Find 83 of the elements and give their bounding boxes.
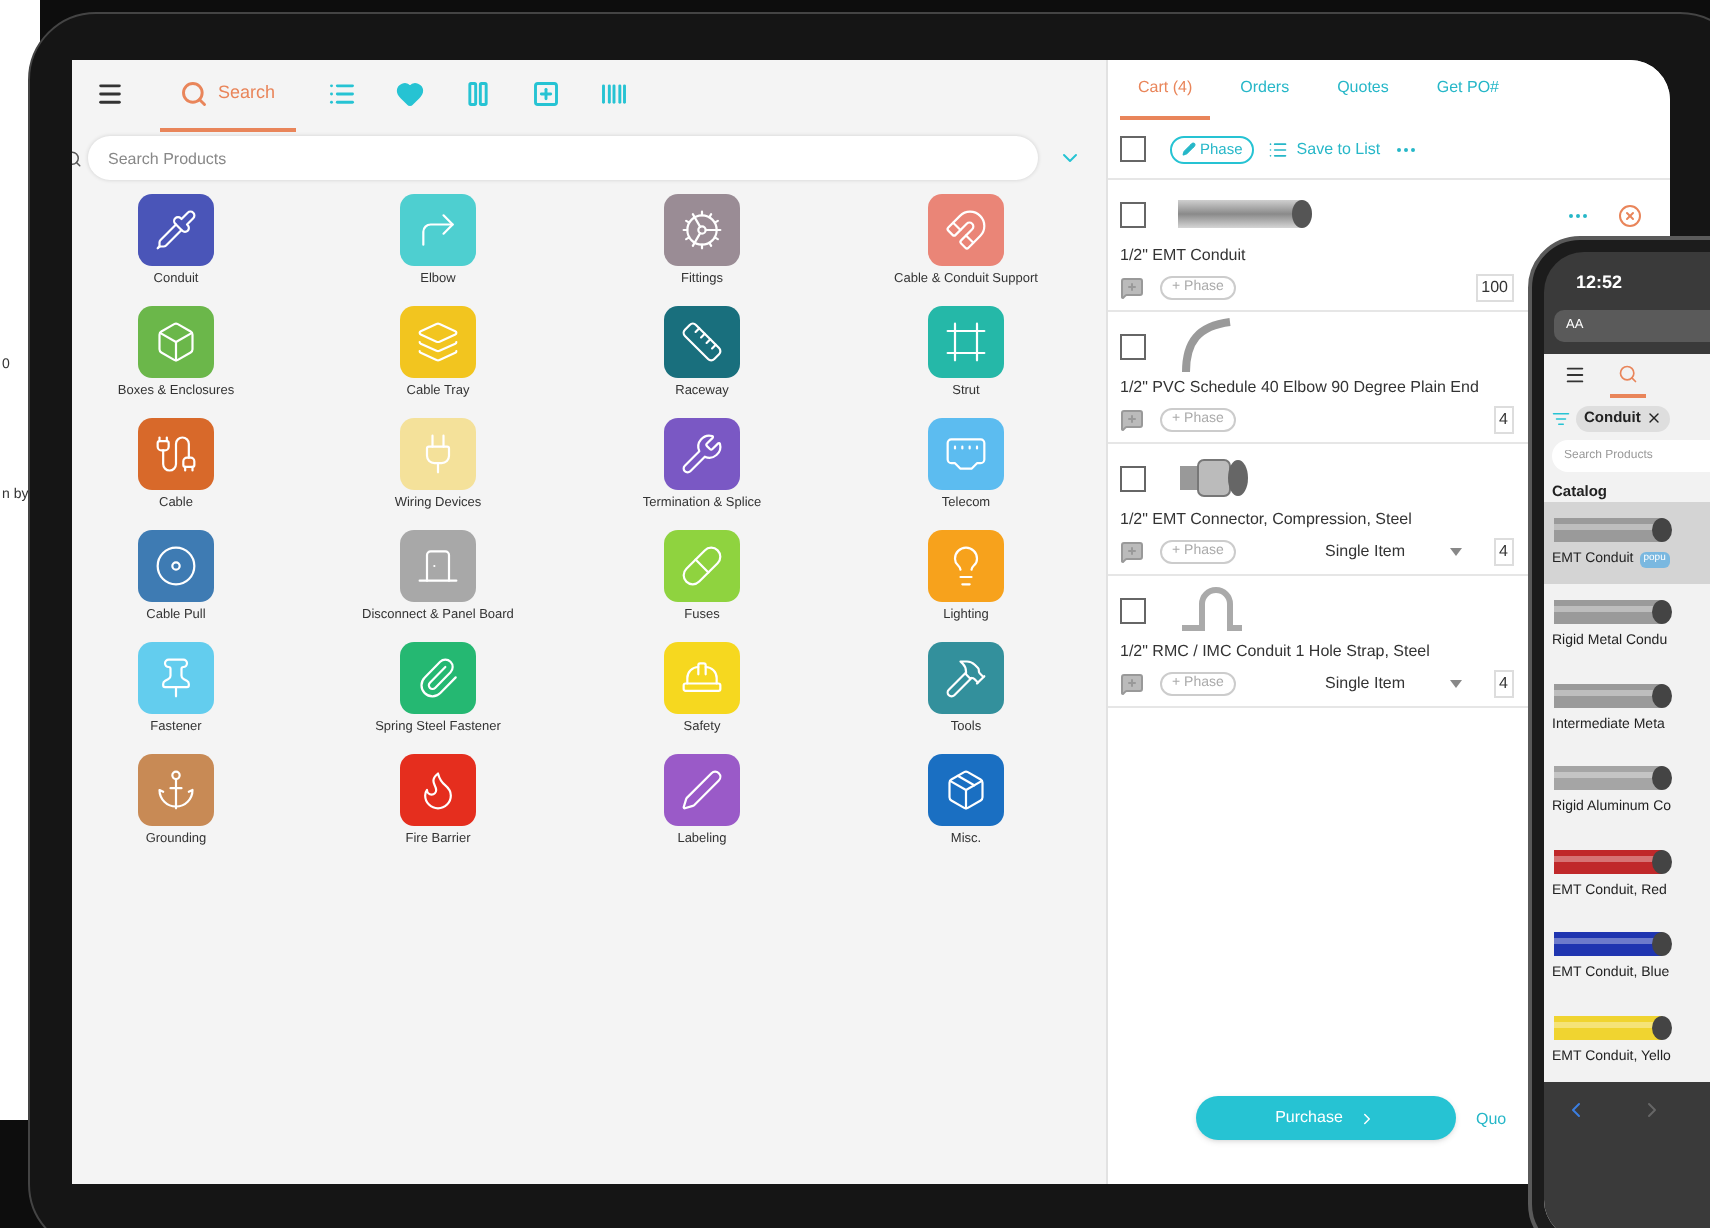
barcode-icon: [599, 80, 628, 108]
hammer-icon: [944, 656, 988, 700]
disc-icon: [154, 544, 198, 588]
ethernet-port-icon: [944, 432, 988, 476]
category-tile[interactable]: [400, 642, 476, 714]
category-tile[interactable]: [138, 530, 214, 602]
cog-icon: [680, 208, 724, 252]
pen-icon: [680, 768, 724, 812]
pipe-drawing: [1178, 198, 1314, 230]
category-tile[interactable]: [400, 418, 476, 490]
columns-icon: [463, 80, 492, 108]
category-tile[interactable]: [928, 194, 1004, 266]
category-tile[interactable]: [138, 642, 214, 714]
checkbox[interactable]: [1120, 333, 1146, 359]
box-icon: [154, 320, 198, 364]
quantity-field[interactable]: 4: [1493, 670, 1514, 698]
cable-icon: [154, 432, 198, 476]
quantity-field[interactable]: 4: [1493, 538, 1514, 566]
category-tile[interactable]: [664, 194, 740, 266]
category-tile[interactable]: [664, 754, 740, 826]
category-tile[interactable]: [928, 306, 1004, 378]
dropdown-caret-icon: [1449, 548, 1462, 556]
list-icon: [327, 80, 356, 108]
door-icon: [416, 544, 460, 588]
layers-icon: [416, 320, 460, 364]
product-name: 1/2" PVC Schedule 40 Elbow 90 Degree Plain End: [1120, 376, 1481, 400]
ruler-icon: [680, 320, 724, 364]
category-tile[interactable]: [928, 642, 1004, 714]
menu-icon[interactable]: [1564, 364, 1586, 386]
category-tile[interactable]: [400, 306, 476, 378]
unit-dropdown[interactable]: Single Item: [1325, 672, 1462, 696]
category-tile[interactable]: [400, 194, 476, 266]
connector-drawing: [1178, 456, 1250, 500]
magnet-icon: [944, 208, 988, 252]
heart-icon: [395, 80, 424, 108]
category-tile[interactable]: [138, 306, 214, 378]
comment-plus-icon[interactable]: [1120, 540, 1144, 564]
category-tile[interactable]: [400, 530, 476, 602]
pill-icon: [680, 544, 724, 588]
category-tile[interactable]: [928, 754, 1004, 826]
comment-plus-icon[interactable]: [1120, 276, 1144, 300]
strap-drawing: [1178, 584, 1246, 636]
category-tile[interactable]: [928, 418, 1004, 490]
package-icon: [944, 768, 988, 812]
list-icon: [1268, 139, 1289, 159]
category-tile[interactable]: [138, 754, 214, 826]
category-tile[interactable]: [138, 418, 214, 490]
pencil-icon: [1182, 142, 1196, 156]
close-icon: [1646, 410, 1663, 426]
category-tile[interactable]: [664, 306, 740, 378]
category-tile[interactable]: [400, 754, 476, 826]
menu-icon: [96, 80, 124, 108]
remove-icon[interactable]: [1618, 204, 1642, 228]
elbow-drawing: [1178, 318, 1234, 374]
checkbox[interactable]: [1120, 465, 1146, 491]
unit-dropdown[interactable]: Single Item: [1325, 540, 1462, 564]
status-time: 12:52: [1576, 270, 1625, 296]
product-name: 1/2" EMT Connector, Compression, Steel: [1120, 508, 1414, 532]
quantity-field[interactable]: 4: [1493, 406, 1514, 434]
add-icon: [531, 80, 560, 108]
search-field[interactable]: Search Products: [88, 136, 1038, 180]
category-tile[interactable]: [664, 530, 740, 602]
quantity-field[interactable]: 100: [1475, 274, 1514, 302]
checkbox[interactable]: [1120, 201, 1146, 227]
frame-icon: [944, 320, 988, 364]
anchor-icon: [154, 768, 198, 812]
corner-icon: [416, 208, 460, 252]
category-tile[interactable]: [138, 194, 214, 266]
checkbox[interactable]: [1120, 136, 1146, 162]
category-tile[interactable]: [928, 530, 1004, 602]
search-icon: [180, 80, 208, 108]
checkbox[interactable]: [1120, 597, 1146, 623]
comment-plus-icon[interactable]: [1120, 672, 1144, 696]
product-name: 1/2" EMT Conduit: [1120, 244, 1248, 268]
pipette-icon: [154, 208, 198, 252]
wrench-icon: [680, 432, 724, 476]
paperclip-icon: [416, 656, 460, 700]
filter-icon[interactable]: [1552, 409, 1570, 427]
comment-plus-icon[interactable]: [1120, 408, 1144, 432]
category-tile[interactable]: [664, 642, 740, 714]
category-tile[interactable]: [664, 418, 740, 490]
search-icon: [1618, 363, 1638, 383]
dropdown-caret-icon: [1449, 680, 1462, 688]
